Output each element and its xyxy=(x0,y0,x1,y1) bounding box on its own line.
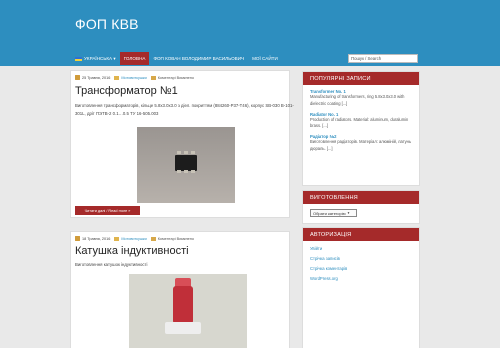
post-excerpt: Виготовлення трансформаторів, кільце 5.8… xyxy=(75,103,294,116)
post-card: 25 Травня, 2016 Мотовиткушки Коментарі В… xyxy=(70,70,294,218)
post-meta: 18 Травня, 2016 Мотовиткушки Коментарі В… xyxy=(75,236,194,241)
post-meta: 25 Травня, 2016 Мотовиткушки Коментарі В… xyxy=(75,75,194,80)
nav-item-language-label: УКРАЇНСЬКА ▾ xyxy=(84,55,116,61)
main-navigation: УКРАЇНСЬКА ▾ ГОЛОВНА ФОП КОВАН ВОЛОДИМИР… xyxy=(0,52,500,66)
nav-menu: УКРАЇНСЬКА ▾ ГОЛОВНА ФОП КОВАН ВОЛОДИМИР… xyxy=(71,52,282,65)
post-date[interactable]: 18 Травня, 2016 xyxy=(82,237,110,241)
login-link[interactable]: Увійти xyxy=(303,246,419,251)
comments-feed-link[interactable]: Стрічка коментарів xyxy=(303,266,419,271)
folder-icon xyxy=(114,236,120,241)
wordpress-link[interactable]: WordPress.org xyxy=(303,276,419,281)
pin xyxy=(191,170,195,173)
entries-feed-link[interactable]: Стрічка записів xyxy=(303,256,419,261)
post-title[interactable]: Трансформатор №1 xyxy=(75,85,178,97)
site-title[interactable]: ФОП КВВ xyxy=(75,16,139,32)
coil-base xyxy=(165,322,201,334)
chevron-down-icon: ▾ xyxy=(347,211,350,215)
popular-post: Radiator No. 1 Production of radiators. … xyxy=(303,112,419,131)
calendar-icon xyxy=(75,236,80,241)
pin xyxy=(184,151,188,154)
post-category[interactable]: Мотовиткушки xyxy=(121,76,146,80)
post-card: 18 Травня, 2016 Мотовиткушки Коментарі В… xyxy=(70,231,290,348)
folder-icon xyxy=(114,75,120,80)
pin xyxy=(177,151,181,154)
transformer-image[interactable] xyxy=(137,127,235,203)
nav-item-language[interactable]: УКРАЇНСЬКА ▾ xyxy=(71,52,120,65)
pin xyxy=(191,151,195,154)
read-more-button[interactable]: Читати далі / Read more » xyxy=(75,206,140,215)
auth-widget: АВТОРИЗАЦІЯ Увійти Стрічка записів Стріч… xyxy=(302,227,420,348)
widget-title: АВТОРИЗАЦІЯ xyxy=(303,228,419,241)
popular-post-excerpt: Виготовлення радіаторів. Матеріал: алюмі… xyxy=(310,139,412,151)
search-input[interactable]: Пошук / Search xyxy=(348,54,418,63)
transformer-body xyxy=(175,155,197,171)
post-title[interactable]: Катушка індуктивності xyxy=(75,245,189,257)
post-date[interactable]: 25 Травня, 2016 xyxy=(82,76,110,80)
comments-icon xyxy=(150,236,156,241)
ukraine-flag-icon xyxy=(75,56,82,61)
popular-post-excerpt: Manufacturing of transformers, ring 5.8x… xyxy=(310,94,405,106)
nav-item-fop[interactable]: ФОП КОВАН ВОЛОДИМИР ВАСИЛЬОВИЧ xyxy=(149,52,248,65)
inductor-coil-image[interactable] xyxy=(129,274,247,348)
nav-item-my-sites[interactable]: МОЇ САЙТИ xyxy=(248,52,282,65)
post-category[interactable]: Мотовиткушки xyxy=(121,237,146,241)
widget-title: ПОПУЛЯРНІ ЗАПИСИ xyxy=(303,72,419,85)
nav-item-home[interactable]: ГОЛОВНА xyxy=(119,52,150,65)
category-select[interactable]: Обрати категорію ▾ xyxy=(310,209,357,217)
pin xyxy=(177,170,181,173)
products-widget: ВИГОТОВЛЕННЯ Обрати категорію ▾ xyxy=(302,190,420,224)
pin xyxy=(184,170,188,173)
popular-post: Transformer No. 1 Manufacturing of trans… xyxy=(303,89,419,108)
sidebar: ПОПУЛЯРНІ ЗАПИСИ Transformer No. 1 Manuf… xyxy=(302,66,420,348)
popular-posts-widget: ПОПУЛЯРНІ ЗАПИСИ Transformer No. 1 Manuf… xyxy=(302,71,420,186)
main-content: 25 Травня, 2016 Мотовиткушки Коментарі В… xyxy=(70,66,295,348)
popular-post: Радіатор №2 Виготовлення радіаторів. Мат… xyxy=(303,134,419,153)
category-select-value: Обрати категорію xyxy=(313,210,346,216)
coil-body xyxy=(173,286,193,324)
widget-title: ВИГОТОВЛЕННЯ xyxy=(303,191,419,204)
popular-post-excerpt: Production of radiators. Material: alumi… xyxy=(310,116,409,129)
post-comments: Коментарі Вимкнено xyxy=(157,75,195,80)
comments-icon xyxy=(150,75,156,80)
post-excerpt: Виготовлення катушок індуктивності xyxy=(75,262,148,267)
post-comments: Коментарі Вимкнено xyxy=(157,236,195,241)
calendar-icon xyxy=(75,75,80,80)
